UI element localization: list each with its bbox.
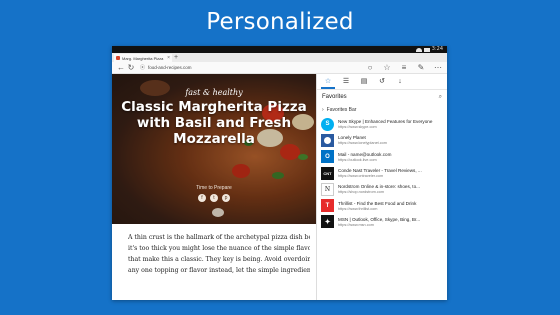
msn-icon: ✦	[321, 215, 334, 229]
hub-title: Favorites	[322, 94, 347, 100]
favorites-bar-folder[interactable]: › Favorites Bar	[317, 104, 447, 116]
thrillist-icon: T	[321, 199, 334, 213]
favorite-item[interactable]: O Mail - name@outlook.com https://outlook…	[317, 149, 447, 165]
url-field[interactable]: ⦿ food-and-recipes.com	[140, 64, 192, 71]
outlook-icon: O	[321, 150, 334, 164]
favorite-title: Lonely Planet	[338, 135, 366, 141]
favorites-tab-icon[interactable]: ☆	[321, 75, 335, 89]
hub-tabs: ☆ ☰ ▤ ↺ ↓	[317, 74, 447, 90]
article-line: A thin crust is the hallmark of the arch…	[128, 234, 310, 241]
back-icon[interactable]: ←	[116, 63, 126, 73]
wifi-icon	[415, 47, 422, 52]
close-tab-icon[interactable]: ×	[167, 55, 170, 61]
favorite-url: https://shop.nordstrom.com	[338, 190, 385, 195]
favorite-title: Conde Nast Traveler - Travel Reviews, ..…	[338, 168, 422, 174]
pinterest-icon[interactable]: p	[222, 194, 230, 202]
favorite-item[interactable]: CNT Conde Nast Traveler - Travel Reviews…	[317, 165, 447, 181]
headline: Personalized	[206, 9, 354, 35]
reading-view-icon[interactable]: ○	[365, 63, 375, 73]
tablet-screen: 3:24 Marg. Margherita Pizza × + ← ↻ ⦿ fo…	[112, 46, 447, 300]
refresh-icon[interactable]: ↻	[126, 63, 136, 73]
url-text: food-and-recipes.com	[148, 65, 192, 70]
article-line: it's too thick you might lose the nuance…	[128, 245, 310, 252]
nordstrom-icon: N	[321, 182, 334, 196]
notes-icon[interactable]: ✎	[416, 63, 426, 73]
favorite-star-icon[interactable]: ☆	[382, 63, 392, 73]
favorites-list: S New Skype | Enhanced Features for Ever…	[317, 116, 447, 230]
more-icon[interactable]: ⋯	[433, 63, 443, 73]
recipe-meta: Time to Prepare	[196, 185, 232, 191]
favorite-url: https://www.lonelyplanet.com	[338, 141, 387, 146]
address-bar: ← ↻ ⦿ food-and-recipes.com ○ ☆ ≡ ✎ ⋯	[112, 62, 447, 74]
favorite-item[interactable]: N Nordstrom Online & in-store: shoes, to…	[317, 181, 447, 197]
favorite-item[interactable]: Lonely Planet https://www.lonelyplanet.co…	[317, 132, 447, 148]
tab-title: Marg. Margherita Pizza	[122, 55, 164, 61]
favorite-title: MSN | Outlook, Office, Skype, Bing, Br..…	[338, 216, 421, 222]
hero-image: fast & healthy Classic Margherita Pizza …	[112, 74, 316, 224]
favorite-item[interactable]: T Thrillist - Find the Best Food and Dri…	[317, 197, 447, 213]
favorite-url: https://www.msn.com	[338, 222, 374, 227]
article-line: any one topping or flavor instead, let t…	[128, 267, 310, 274]
skype-icon: S	[321, 117, 334, 131]
history-tab-icon[interactable]: ↺	[375, 75, 389, 89]
lonely-planet-icon	[321, 133, 334, 147]
tab-bar: Marg. Margherita Pizza × +	[112, 53, 447, 62]
lock-icon: ⦿	[140, 65, 146, 71]
status-bar: 3:24	[112, 46, 447, 53]
favorite-title: Mail - name@outlook.com	[338, 151, 392, 157]
folder-label: Favorites Bar	[326, 107, 357, 113]
hub-icon[interactable]: ≡	[399, 63, 409, 73]
hub-header: Favorites ⌕	[317, 90, 447, 104]
battery-icon	[423, 47, 430, 52]
books-tab-icon[interactable]: ▤	[357, 75, 371, 89]
favorite-title: New Skype | Enhanced Features for Everyo…	[338, 119, 433, 125]
favorite-title: Nordstrom Online & in-store: shoes, to..…	[338, 184, 420, 190]
browser-tab[interactable]: Marg. Margherita Pizza ×	[114, 54, 172, 62]
favorite-url: https://outlook.live.com	[338, 157, 377, 162]
status-time: 3:24	[431, 46, 443, 52]
favorite-item[interactable]: S New Skype | Enhanced Features for Ever…	[317, 116, 447, 132]
favorite-title: Thrillist - Find the Best Food and Drink	[338, 200, 417, 206]
reading-list-tab-icon[interactable]: ☰	[339, 75, 353, 89]
article-line: that make this a classic. They key is be…	[128, 256, 310, 263]
cnt-icon: CNT	[321, 166, 334, 180]
downloads-tab-icon[interactable]: ↓	[393, 75, 407, 89]
favorite-url: https://www.thrillist.com	[338, 206, 378, 211]
hub-panel: ☆ ☰ ▤ ↺ ↓ Favorites ⌕ › Favorites Bar S …	[316, 74, 447, 300]
favorite-url: https://www.cntraveler.com	[338, 174, 384, 179]
tab-favicon	[116, 56, 120, 60]
recipe-title: Classic Margherita Pizza with Basil and …	[121, 99, 307, 147]
twitter-icon[interactable]: t	[210, 194, 218, 202]
favorite-item[interactable]: ✦ MSN | Outlook, Office, Skype, Bing, Br…	[317, 214, 447, 230]
new-tab-icon[interactable]: +	[172, 54, 180, 62]
social-share: f t p	[112, 194, 316, 202]
facebook-icon[interactable]: f	[198, 194, 206, 202]
search-icon[interactable]: ⌕	[439, 94, 442, 101]
article-body: A thin crust is the hallmark of the arch…	[128, 232, 310, 276]
favorite-url: https://www.skype.com	[338, 125, 377, 130]
hero-script-title: fast & healthy	[185, 88, 243, 97]
chevron-right-icon: ›	[322, 107, 324, 113]
